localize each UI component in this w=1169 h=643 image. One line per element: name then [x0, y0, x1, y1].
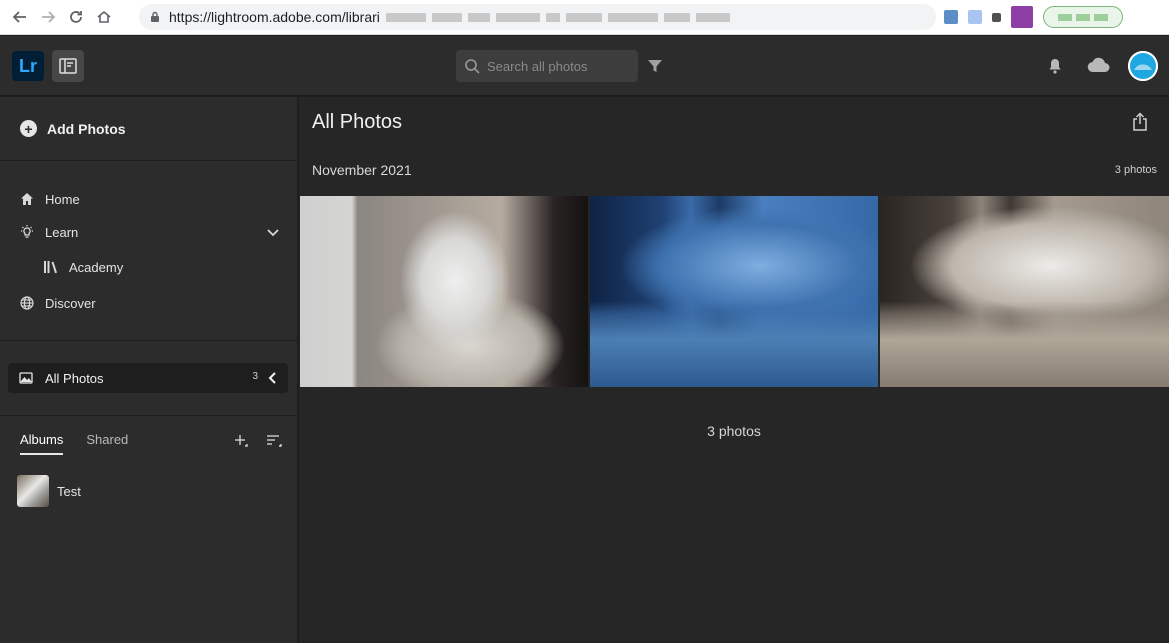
panel-icon	[59, 58, 77, 74]
user-avatar-icon	[1128, 51, 1158, 81]
sidebar-item-label: Discover	[45, 295, 96, 311]
bell-icon[interactable]	[1045, 56, 1065, 76]
reload-icon[interactable]	[62, 3, 90, 31]
sidebar-item-home[interactable]: Home	[0, 185, 298, 213]
extension-icon[interactable]	[944, 10, 958, 24]
lightbulb-icon	[19, 224, 35, 240]
image-icon	[19, 372, 33, 384]
sidebar-item-discover[interactable]: Discover	[0, 289, 298, 317]
url-text: https://lightroom.adobe.com/librari	[169, 9, 380, 25]
album-thumbnail	[17, 475, 49, 507]
sidebar-item-all-photos[interactable]: All Photos 3	[8, 363, 288, 393]
cloud-icon[interactable]	[1086, 55, 1112, 77]
library-icon	[43, 259, 59, 275]
filter-icon[interactable]	[645, 56, 665, 76]
address-bar[interactable]: https://lightroom.adobe.com/librari	[139, 4, 936, 30]
sidebar-item-label: Home	[45, 191, 80, 207]
panel-toggle-button[interactable]	[52, 50, 84, 82]
photo-thumbnail[interactable]	[300, 196, 588, 387]
profile-icon[interactable]	[1011, 6, 1033, 28]
extensions-area	[944, 6, 1123, 28]
sidebar-item-learn[interactable]: Learn	[0, 218, 298, 246]
main-content: All Photos November 2021 3 photos 3 phot…	[299, 97, 1169, 643]
photo-grid	[300, 196, 1169, 387]
sort-icon[interactable]	[266, 434, 282, 448]
sidebar-item-label: Learn	[45, 224, 79, 240]
chevron-left-icon[interactable]	[266, 370, 280, 386]
back-arrow-icon[interactable]	[6, 3, 34, 31]
home-icon	[19, 191, 35, 207]
search-box[interactable]	[456, 50, 638, 82]
lock-icon	[151, 11, 159, 22]
divider	[0, 340, 298, 341]
forward-arrow-icon[interactable]	[34, 3, 62, 31]
total-photo-count: 3 photos	[707, 423, 761, 439]
tab-shared[interactable]: Shared	[86, 432, 128, 455]
add-photos-button[interactable]: + Add Photos	[0, 97, 298, 161]
add-photos-label: Add Photos	[47, 120, 126, 137]
chevron-down-icon[interactable]	[266, 225, 280, 239]
redacted-url	[385, 12, 730, 22]
month-photo-count: 3 photos	[1114, 164, 1157, 176]
album-name: Test	[57, 483, 81, 499]
profile-button[interactable]	[1043, 6, 1123, 28]
page-title: All Photos	[312, 111, 403, 133]
browser-toolbar: https://lightroom.adobe.com/librari	[0, 0, 1169, 35]
search-icon	[465, 59, 480, 74]
month-heading: November 2021	[312, 162, 412, 178]
share-icon[interactable]	[1130, 112, 1150, 132]
lightroom-logo[interactable]: Lr	[12, 51, 44, 81]
photo-count-badge: 3	[252, 371, 258, 382]
tab-albums[interactable]: Albums	[20, 432, 64, 455]
album-tabs: Albums Shared	[20, 432, 128, 455]
globe-icon	[19, 295, 35, 311]
sidebar-item-academy[interactable]: Academy	[0, 253, 298, 281]
extension-icon[interactable]	[992, 12, 1001, 22]
app-header: Lr	[0, 36, 1169, 96]
photo-thumbnail[interactable]	[880, 196, 1169, 387]
plus-circle-icon: +	[20, 120, 37, 137]
search-input[interactable]	[487, 58, 627, 74]
add-album-icon[interactable]	[234, 434, 248, 448]
sidebar: + Add Photos Home Learn Academy Discover…	[0, 97, 298, 643]
divider	[0, 415, 298, 416]
extension-icon[interactable]	[968, 10, 982, 24]
avatar[interactable]	[1128, 51, 1158, 81]
sidebar-item-label: Academy	[69, 259, 124, 275]
sidebar-item-label: All Photos	[45, 370, 104, 386]
photo-thumbnail[interactable]	[590, 196, 878, 387]
album-actions	[234, 434, 282, 448]
album-item-test[interactable]: Test	[17, 475, 81, 507]
home-browser-icon[interactable]	[90, 3, 118, 31]
